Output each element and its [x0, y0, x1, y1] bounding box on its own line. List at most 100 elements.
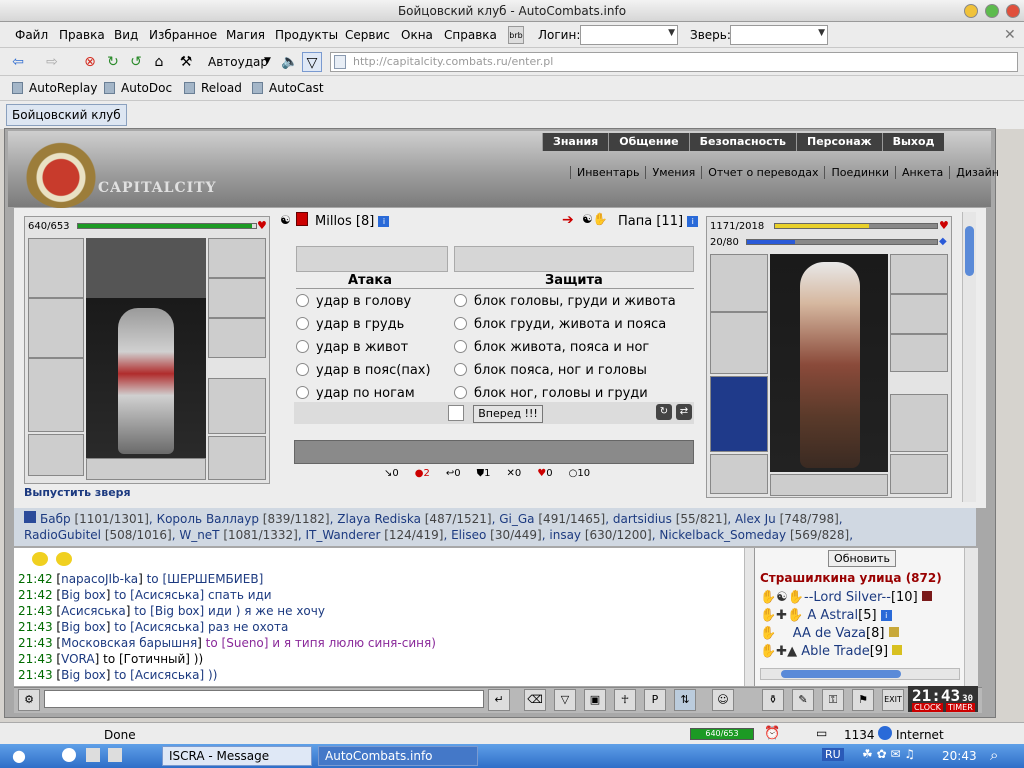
radio-icon[interactable] — [454, 294, 467, 307]
location-player[interactable]: ✋☯✋--Lord Silver--[10] — [760, 590, 932, 605]
auto-checkbox[interactable] — [448, 405, 464, 421]
chat-sender[interactable]: Big box — [61, 620, 106, 634]
release-beast-link[interactable]: Выпустить зверя — [24, 486, 131, 499]
close-button[interactable] — [1006, 4, 1020, 18]
frame-scrollbar[interactable] — [962, 212, 976, 502]
lang-indicator[interactable]: RU — [822, 748, 844, 761]
menu-windows[interactable]: Окна — [401, 28, 433, 42]
nav-design[interactable]: Дизайн — [949, 166, 1005, 179]
sound-icon[interactable]: 🔈 — [280, 52, 300, 72]
player-link[interactable]: W_neT — [179, 528, 219, 542]
home-icon[interactable]: ⌂ — [149, 52, 169, 72]
refresh-icon[interactable]: ↻ — [103, 52, 123, 72]
lock-icon[interactable]: ⚿ — [822, 689, 844, 711]
info-icon[interactable]: i — [880, 610, 892, 621]
refresh-button[interactable]: Обновить — [828, 550, 896, 567]
location-player-name[interactable]: AA de Vaza — [793, 626, 866, 641]
bookmark-reload[interactable]: Reload — [184, 81, 242, 95]
tab-fight-club[interactable]: Бойцовский клуб — [6, 104, 127, 126]
player-link[interactable]: insay — [549, 528, 581, 542]
block-2[interactable]: блок груди, живота и пояса — [454, 317, 666, 332]
clear-icon[interactable]: ⌫ — [524, 689, 546, 711]
radio-icon[interactable] — [296, 340, 309, 353]
chat-log[interactable]: 21:42 [napacoJIb-ka] to [ШЕРШЕМБИЕВ] 21:… — [14, 548, 754, 686]
private-icon[interactable]: P — [644, 689, 666, 711]
filter-icon[interactable]: ▽ — [302, 52, 322, 72]
start-icon[interactable]: ● — [12, 746, 26, 765]
player-link[interactable]: IT_Wanderer — [305, 528, 380, 542]
nav-skills[interactable]: Умения — [645, 166, 701, 179]
nav-fights[interactable]: Поединки — [824, 166, 895, 179]
belt-slot[interactable] — [28, 434, 84, 476]
attack-head[interactable]: удар в голову — [296, 294, 411, 309]
location-player[interactable]: ✋✚▲ Able Trade[9] — [760, 644, 903, 659]
menu-view[interactable]: Вид — [114, 28, 138, 42]
player-link[interactable]: dartsidius — [613, 512, 672, 526]
menu-magic[interactable]: Магия — [226, 28, 265, 42]
attack-groin[interactable]: удар в пояс(пах) — [296, 363, 431, 378]
boots-slot[interactable] — [208, 436, 266, 480]
info-icon[interactable]: i — [687, 216, 699, 227]
app-icon[interactable] — [86, 748, 100, 762]
flag-icon[interactable]: ⚑ — [852, 689, 874, 711]
player-link[interactable]: RadioGubitel — [24, 528, 101, 542]
location-hscroll[interactable] — [760, 668, 960, 680]
radio-icon[interactable] — [454, 340, 467, 353]
search-icon[interactable]: ⌕ — [990, 746, 998, 764]
block-1[interactable]: блок головы, груди и живота — [454, 294, 676, 309]
location-scrollbar[interactable] — [964, 548, 978, 686]
radio-icon[interactable] — [296, 294, 309, 307]
enemy-gloves-slot[interactable] — [890, 294, 948, 334]
block-5[interactable]: блок ног, головы и груди — [454, 386, 648, 401]
swap-fight-icon[interactable]: ⇄ — [676, 404, 692, 420]
bag-icon[interactable]: ⚱ — [762, 689, 784, 711]
chat-sender[interactable]: Big box — [61, 588, 106, 602]
nav-transfers[interactable]: Отчет о переводах — [701, 166, 824, 179]
player-link[interactable]: Gi_Ga — [499, 512, 534, 526]
smiley-icon[interactable] — [32, 552, 48, 566]
menu-edit[interactable]: Правка — [59, 28, 105, 42]
chat-sender[interactable]: VORA — [61, 652, 95, 666]
info-icon[interactable]: i — [378, 216, 390, 227]
armor-slot[interactable] — [28, 358, 84, 432]
shield-slot[interactable] — [208, 378, 266, 434]
gloves-slot[interactable] — [208, 318, 266, 358]
refresh-fight-icon[interactable]: ↻ — [656, 404, 672, 420]
send-icon[interactable]: ↵ — [488, 689, 510, 711]
chat-scrollbar[interactable] — [744, 548, 754, 686]
bookmark-autocast[interactable]: AutoCast — [252, 81, 324, 95]
enemy-weapon-slot[interactable] — [710, 312, 768, 374]
chat-sender[interactable]: Московская барышня — [61, 636, 197, 650]
chat-sender[interactable]: napacoJIb-ka — [61, 572, 138, 586]
block-4[interactable]: блок пояса, ног и головы — [454, 363, 647, 378]
player-link[interactable]: Nickelback_Someday — [659, 528, 786, 542]
chat-sender[interactable]: Big box — [61, 668, 106, 682]
enemy-helmet-slot[interactable] — [710, 254, 768, 312]
enemy-belt-slot[interactable] — [710, 454, 768, 494]
brb-icon[interactable]: brb — [508, 26, 524, 44]
radio-icon[interactable] — [454, 386, 467, 399]
nav-knowledge[interactable]: Знания — [542, 133, 608, 151]
location-player[interactable]: ✋ AA de Vaza[8] — [760, 626, 899, 641]
weapon-slot[interactable] — [28, 298, 84, 358]
attack-stomach[interactable]: удар в живот — [296, 340, 408, 355]
task-iscra[interactable]: ISCRA - Message — [162, 746, 312, 766]
save-icon[interactable]: ▣ — [584, 689, 606, 711]
menu-help[interactable]: Справка — [444, 28, 497, 42]
enemy-name[interactable]: Папа [11] i — [618, 214, 699, 229]
forward-icon[interactable]: ⇨ — [42, 52, 62, 72]
player-link[interactable]: Alex Ju — [735, 512, 776, 526]
beast-select[interactable]: ▼ — [730, 25, 828, 45]
smile-icon[interactable]: ☺ — [712, 689, 734, 711]
chat-input[interactable] — [44, 690, 484, 708]
radio-icon[interactable] — [454, 363, 467, 376]
smiley-icon[interactable] — [56, 552, 72, 566]
player-link[interactable]: Бабр — [40, 512, 71, 526]
nav-character[interactable]: Персонаж — [796, 133, 882, 151]
scroll-icon[interactable]: ✎ — [792, 689, 814, 711]
stop-icon[interactable]: ⊗ — [80, 52, 100, 72]
translate-icon[interactable]: ⇅ — [674, 689, 696, 711]
block-3[interactable]: блок живота, пояса и ног — [454, 340, 649, 355]
radio-icon[interactable] — [296, 386, 309, 399]
player-link[interactable]: Zlaya Rediska — [337, 512, 421, 526]
